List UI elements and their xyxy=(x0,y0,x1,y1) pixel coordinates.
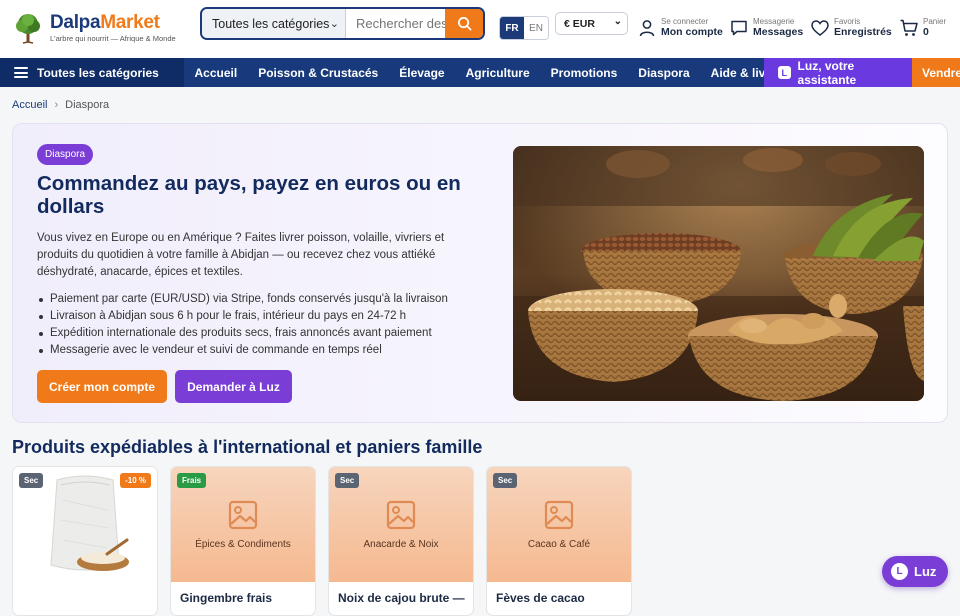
brand-name: DalpaMarket xyxy=(50,12,160,33)
breadcrumb-current: Diaspora xyxy=(65,99,110,111)
messages-link[interactable]: Messagerie Messages xyxy=(729,17,803,38)
product-image: Épices & Condiments Frais xyxy=(171,467,315,582)
nav-item-promotions[interactable]: Promotions xyxy=(540,58,628,87)
lang-fr-button[interactable]: FR xyxy=(500,17,524,39)
product-tag: Sec xyxy=(493,473,518,488)
product-image: Sec -10 % xyxy=(13,467,157,582)
cart-link[interactable]: Panier 0 xyxy=(899,17,946,38)
hero-bullet-list: Paiement par carte (EUR/USD) via Stripe,… xyxy=(37,291,448,359)
language-switcher: FR EN xyxy=(499,16,549,40)
product-category: Épices & Condiments xyxy=(195,539,291,550)
nav-sell-button[interactable]: Vendre xyxy=(912,58,960,87)
product-category: Cacao & Café xyxy=(527,539,591,550)
cart-icon xyxy=(900,19,918,36)
search-category-select[interactable]: Toutes les catégories ⌄ xyxy=(202,9,346,38)
product-name: Noix de cajou brute — xyxy=(338,591,465,605)
lang-en-button[interactable]: EN xyxy=(524,17,548,39)
search-button[interactable] xyxy=(445,9,483,38)
create-account-button[interactable]: Créer mon compte xyxy=(37,370,167,403)
product-name xyxy=(13,582,157,591)
nav-item-diaspora[interactable]: Diaspora xyxy=(628,58,700,87)
logo[interactable]: DalpaMarket L'arbre qui nourrit — Afriqu… xyxy=(12,12,176,44)
message-icon xyxy=(731,20,747,35)
main-nav: Toutes les catégories Accueil Poisson & … xyxy=(0,58,960,87)
image-placeholder-icon xyxy=(386,500,416,530)
product-card[interactable]: Anacarde & Noix Sec Noix de cajou brute … xyxy=(328,466,474,616)
product-card[interactable]: Sec -10 % xyxy=(12,466,158,616)
all-categories-button[interactable]: Toutes les catégories xyxy=(0,58,184,87)
product-image: Cacao & Café Sec xyxy=(487,467,631,582)
brand-tagline: L'arbre qui nourrit — Afrique & Monde xyxy=(50,34,176,43)
hero-title: Commandez au pays, payez en euros ou en … xyxy=(37,172,461,218)
hero-description: Vous vivez en Europe ou en Amérique ? Fa… xyxy=(37,232,445,278)
nav-item-elevage[interactable]: Élevage xyxy=(389,58,455,87)
hero-banner: Diaspora Commandez au pays, payez en eur… xyxy=(12,123,948,423)
product-tag: Sec xyxy=(335,473,360,488)
product-category: Anacarde & Noix xyxy=(363,539,439,550)
hero-badge: Diaspora xyxy=(37,144,94,165)
list-item: Expédition internationale des produits s… xyxy=(37,325,448,342)
favorites-link[interactable]: Favoris Enregistrés xyxy=(810,17,892,38)
product-tag: Frais xyxy=(177,473,207,488)
breadcrumb: Accueil › Diaspora xyxy=(12,99,109,111)
chevron-down-icon: ⌄ xyxy=(329,18,339,30)
section-title: Produits expédiables à l'international e… xyxy=(12,437,483,457)
chevron-down-icon: ⌄ xyxy=(613,16,622,27)
discount-badge: -10 % xyxy=(120,473,151,488)
product-name: Fèves de cacao xyxy=(496,591,585,605)
menu-icon xyxy=(14,67,28,78)
currency-select[interactable]: € EUR ⌄ xyxy=(555,12,628,35)
heart-icon xyxy=(811,19,829,36)
luz-icon: L xyxy=(778,66,791,79)
search-icon xyxy=(457,17,471,31)
product-image: Anacarde & Noix Sec xyxy=(329,467,473,582)
product-name: Gingembre frais xyxy=(180,591,273,605)
user-icon xyxy=(639,19,655,36)
breadcrumb-home[interactable]: Accueil xyxy=(12,99,47,111)
product-tag: Sec xyxy=(19,473,44,488)
nav-item-accueil[interactable]: Accueil xyxy=(184,58,248,87)
search-input[interactable] xyxy=(346,9,445,38)
chevron-right-icon: › xyxy=(54,99,59,111)
top-header: DalpaMarket L'arbre qui nourrit — Afriqu… xyxy=(0,0,960,58)
search-bar: Toutes les catégories ⌄ xyxy=(200,7,485,40)
nav-item-agriculture[interactable]: Agriculture xyxy=(455,58,540,87)
luz-icon: L xyxy=(891,563,908,580)
account-link[interactable]: Se connecter Mon compte xyxy=(637,17,723,38)
list-item: Paiement par carte (EUR/USD) via Stripe,… xyxy=(37,291,448,308)
ask-luz-button[interactable]: Demander à Luz xyxy=(175,370,292,403)
tree-logo-icon xyxy=(16,14,40,44)
luz-chat-button[interactable]: L Luz xyxy=(882,556,948,587)
product-card[interactable]: Épices & Condiments Frais Gingembre frai… xyxy=(170,466,316,616)
image-placeholder-icon xyxy=(228,500,258,530)
product-card[interactable]: Cacao & Café Sec Fèves de cacao xyxy=(486,466,632,616)
list-item: Livraison à Abidjan sous 6 h pour le fra… xyxy=(37,308,448,325)
nav-luz-assistant[interactable]: L Luz, votre assistante xyxy=(764,58,912,87)
image-placeholder-icon xyxy=(544,500,574,530)
hero-image xyxy=(513,146,924,401)
nav-item-poisson[interactable]: Poisson & Crustacés xyxy=(248,58,389,87)
list-item: Messagerie avec le vendeur et suivi de c… xyxy=(37,342,448,359)
